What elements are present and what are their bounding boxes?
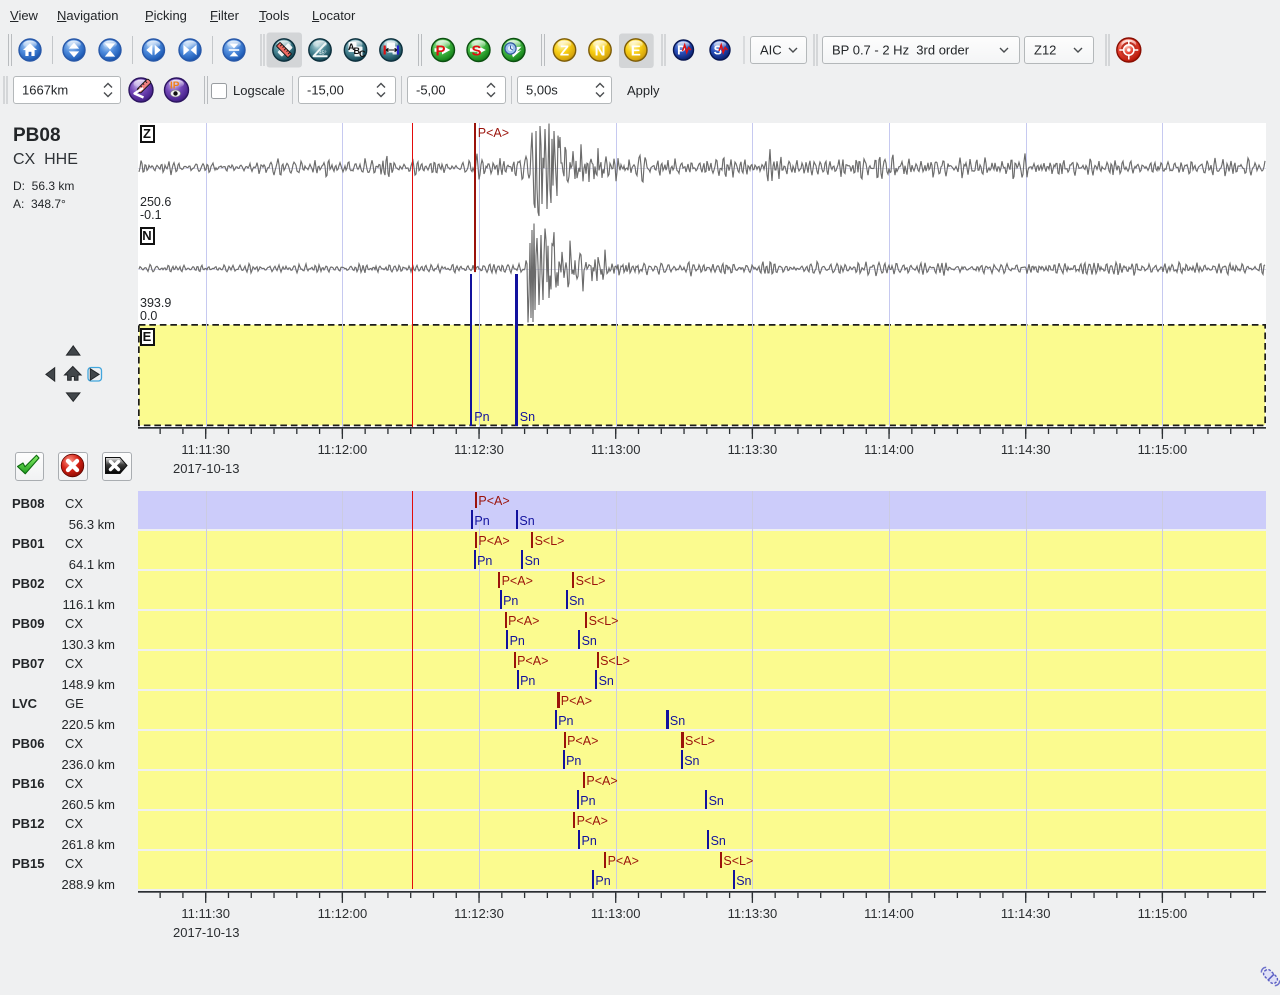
svg-text:E: E (631, 42, 641, 59)
svg-text:N: N (595, 42, 606, 59)
svg-text:Z: Z (560, 42, 569, 59)
svg-text:45°: 45° (319, 50, 327, 56)
svg-text:P: P (436, 43, 446, 60)
svg-text:C: C (359, 49, 366, 59)
svg-text:S: S (472, 43, 482, 60)
